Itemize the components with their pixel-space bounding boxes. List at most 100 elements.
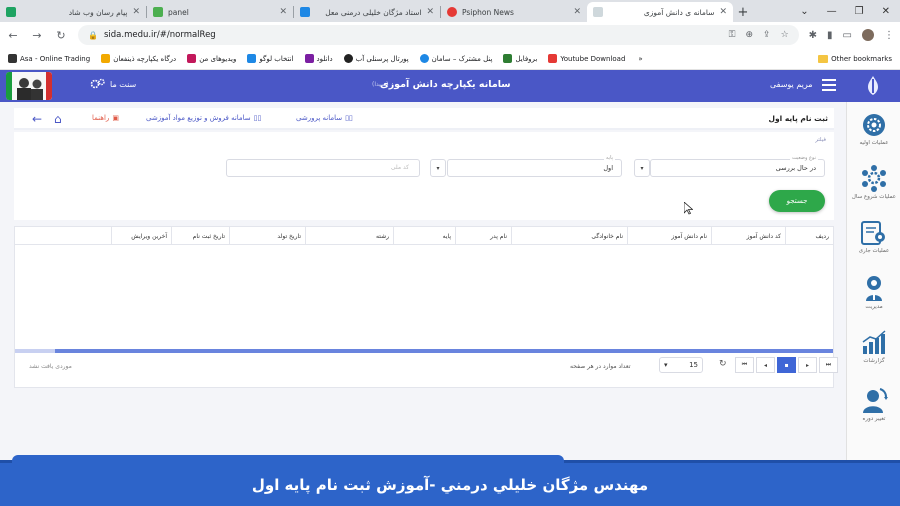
guide-link[interactable]: راهنما ▣ bbox=[92, 114, 119, 122]
omnibox-actions: ⚿ ⊕ ⇪ ☆ bbox=[729, 30, 789, 40]
grid-header: ردیف کد دانش آموز نام دانش آموز نام خانو… bbox=[15, 227, 833, 245]
column-header[interactable]: ردیف bbox=[785, 227, 833, 245]
tab-shad[interactable]: پیام رسان وب شاد ✕ bbox=[0, 2, 146, 22]
tab-teacher[interactable]: استاد مژگان خلیلی درمنی معل ✕ bbox=[294, 2, 440, 22]
filter-panel: فیلتر نوع وضعیت در حال بررسی ▾ پایه اول … bbox=[14, 132, 834, 220]
column-header[interactable]: تاریخ ثبت نام bbox=[171, 227, 229, 245]
caption-tab-strip bbox=[12, 455, 564, 463]
extensions-icon[interactable]: ✱ bbox=[809, 30, 817, 41]
browser-tab-bar: پیام رسان وب شاد ✕ panel ✕ استاد مژگان خ… bbox=[0, 0, 900, 22]
bookmark-item[interactable]: ویدیوهای من bbox=[187, 54, 236, 63]
minimize-button[interactable]: — bbox=[827, 6, 837, 17]
close-icon[interactable]: ✕ bbox=[279, 7, 287, 17]
tab-psiphon[interactable]: Psiphon News ✕ bbox=[441, 2, 587, 22]
back-arrow-icon[interactable]: ← bbox=[32, 112, 42, 126]
column-header[interactable]: تاریخ تولد bbox=[229, 227, 305, 245]
url-text[interactable]: sida.medu.ir/#/normalReg bbox=[104, 30, 723, 40]
bookmark-label: Asa - Online Trading bbox=[20, 54, 91, 63]
search-button[interactable]: جستجو bbox=[769, 190, 825, 212]
sidebar-label: عملیات شروع سال bbox=[851, 194, 897, 200]
lock-icon[interactable]: 🔒 bbox=[88, 31, 98, 40]
tab-search-icon[interactable]: ⌄ bbox=[800, 6, 808, 17]
sidebar-label: عملیات اولیه bbox=[859, 140, 889, 146]
sidebar-item-current-ops[interactable]: عملیات جاری bbox=[847, 220, 900, 254]
bookmark-item[interactable]: پنل مشترک – سامان bbox=[419, 54, 492, 63]
bookmark-item[interactable]: بروفایل bbox=[503, 54, 537, 63]
sidebar-item-reports[interactable]: گزارشات bbox=[847, 330, 900, 364]
first-page-button[interactable]: ⏮ bbox=[735, 357, 754, 373]
sidepanel-icon[interactable]: ▮ bbox=[827, 30, 833, 41]
tab-sida[interactable]: سامانه ی دانش آموزی ✕ bbox=[587, 2, 733, 22]
national-id-placeholder: کد ملی bbox=[390, 164, 409, 171]
more-bookmarks-icon[interactable]: » bbox=[638, 55, 642, 63]
home-icon[interactable]: ⌂ bbox=[54, 112, 62, 126]
right-sidebar: عملیات اولیه عملیات شروع سال عملیات جاری… bbox=[846, 102, 900, 460]
sidebar-item-year-start[interactable]: عملیات شروع سال bbox=[847, 164, 900, 200]
bookmark-item[interactable]: Youtube Download bbox=[548, 54, 625, 63]
bookmark-item[interactable]: درگاه یکپارچه ذینفعان bbox=[101, 54, 176, 63]
zoom-icon[interactable]: ⊕ bbox=[745, 30, 753, 40]
status-dropdown-arrow[interactable]: ▾ bbox=[634, 159, 650, 177]
close-icon[interactable]: ✕ bbox=[719, 7, 727, 17]
column-header[interactable]: رشته bbox=[305, 227, 393, 245]
per-page-label: تعداد موارد در هر صفحه bbox=[570, 363, 631, 370]
reading-list-icon[interactable]: ▭ bbox=[843, 30, 852, 41]
column-header[interactable]: کد دانش آموز bbox=[711, 227, 785, 245]
last-page-button[interactable]: ⏭ bbox=[819, 357, 838, 373]
key-icon[interactable]: ⚿ bbox=[729, 30, 736, 40]
bookmark-item[interactable]: دانلود bbox=[304, 54, 333, 63]
omnibox[interactable]: 🔒 sida.medu.ir/#/normalReg ⚿ ⊕ ⇪ ☆ bbox=[78, 25, 799, 45]
back-button[interactable]: ← bbox=[6, 29, 20, 42]
grade-dropdown-arrow[interactable]: ▾ bbox=[430, 159, 446, 177]
tab-title: سامانه ی دانش آموزی bbox=[643, 7, 715, 17]
close-icon[interactable]: ✕ bbox=[573, 7, 581, 17]
other-bookmarks[interactable]: Other bookmarks bbox=[818, 54, 892, 63]
sales-system-link[interactable]: سامانه فروش و توزیع مواد آموزشی ▯▯ bbox=[146, 114, 261, 122]
close-window-button[interactable]: ✕ bbox=[882, 6, 890, 17]
bookmark-item[interactable]: Asa - Online Trading bbox=[8, 54, 90, 63]
column-header[interactable]: آخرین ویرایش bbox=[111, 227, 171, 245]
bookmark-item[interactable]: پورتال پرسنلی آب bbox=[343, 54, 409, 63]
chart-icon bbox=[862, 330, 886, 354]
column-header[interactable]: نام پدر bbox=[455, 227, 511, 245]
bookmark-star-icon[interactable]: ☆ bbox=[781, 30, 789, 40]
manager-icon bbox=[866, 276, 882, 301]
user-name[interactable]: مریم یوسفی bbox=[770, 80, 813, 89]
grade-select[interactable]: پایه اول bbox=[447, 155, 622, 177]
tab-panel[interactable]: panel ✕ bbox=[147, 2, 293, 22]
sidebar-label: تغییر دوره bbox=[862, 416, 886, 422]
season-selector[interactable]: سنت ما bbox=[90, 78, 136, 90]
current-page-button[interactable]: ▪ bbox=[777, 357, 796, 373]
refresh-icon[interactable]: ↻ bbox=[719, 359, 727, 369]
sidebar-item-initial-ops[interactable]: عملیات اولیه bbox=[847, 112, 900, 146]
avatar[interactable] bbox=[862, 29, 874, 41]
sidebar-item-change-period[interactable]: تغییر دوره bbox=[847, 386, 900, 422]
column-header[interactable]: نام خانوادگی bbox=[511, 227, 627, 245]
tab-title: Psiphon News bbox=[462, 7, 514, 17]
research-system-link[interactable]: سامانه پرورشی ▯▯ bbox=[296, 114, 353, 122]
forward-button[interactable]: → bbox=[30, 29, 44, 42]
menu-icon[interactable]: ⋮ bbox=[884, 30, 894, 41]
column-header[interactable]: نام دانش آموز bbox=[627, 227, 711, 245]
share-icon[interactable]: ⇪ bbox=[763, 30, 771, 40]
per-page-select[interactable]: ▾ 15 bbox=[659, 357, 703, 373]
bookmark-label: Youtube Download bbox=[560, 54, 626, 63]
national-id-input[interactable]: کد ملی bbox=[226, 159, 420, 177]
bookmark-item[interactable]: انتخاب لوگو bbox=[247, 54, 294, 63]
new-tab-button[interactable]: + bbox=[733, 2, 753, 22]
sidebar-item-management[interactable]: مدیریت bbox=[847, 274, 900, 310]
reload-button[interactable]: ↻ bbox=[54, 29, 68, 42]
close-icon[interactable]: ✕ bbox=[426, 7, 434, 17]
bookmark-icon bbox=[247, 54, 257, 63]
sales-label: سامانه فروش و توزیع مواد آموزشی bbox=[146, 114, 251, 122]
status-select[interactable]: نوع وضعیت در حال بررسی bbox=[650, 155, 825, 177]
prev-page-button[interactable]: ◂ bbox=[756, 357, 775, 373]
video-icon bbox=[300, 7, 310, 17]
column-header[interactable]: پایه bbox=[393, 227, 455, 245]
close-icon[interactable]: ✕ bbox=[132, 7, 140, 17]
tab-title: panel bbox=[168, 7, 189, 17]
bookmark-label: بروفایل bbox=[515, 54, 538, 63]
restore-button[interactable]: ❐ bbox=[855, 6, 864, 17]
menu-icon[interactable] bbox=[822, 79, 836, 91]
next-page-button[interactable]: ▸ bbox=[798, 357, 817, 373]
